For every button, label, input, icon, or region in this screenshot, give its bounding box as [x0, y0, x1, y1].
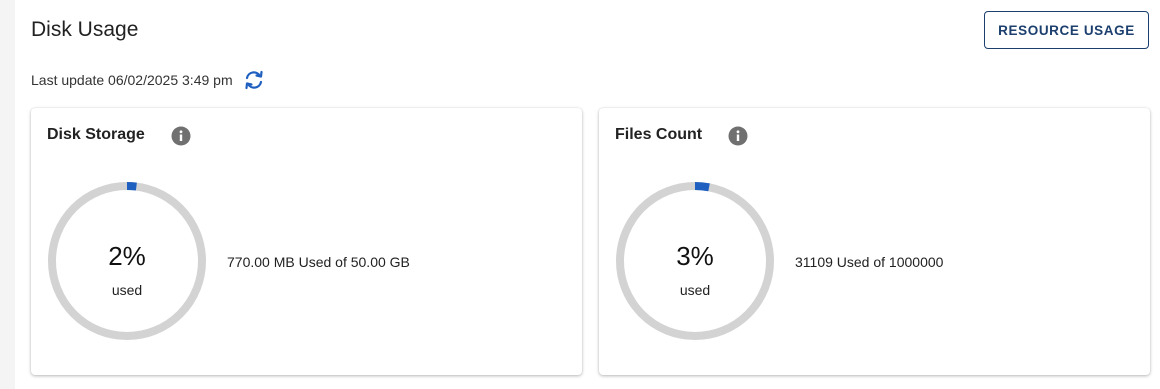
usage-text: 31109 Used of 1000000 — [795, 254, 944, 270]
refresh-icon[interactable] — [243, 70, 265, 90]
gauge-percent: 2% — [108, 241, 146, 271]
gauge-used-label: used — [679, 282, 711, 298]
disk-usage-panel: Disk Usage RESOURCE USAGE Last update 06… — [15, 0, 1160, 389]
page-title: Disk Usage — [31, 18, 139, 41]
info-icon[interactable] — [171, 126, 191, 146]
last-update-text: Last update 06/02/2025 3:49 pm — [31, 72, 233, 88]
gauge-used-label: used — [111, 282, 143, 298]
card-title: Disk Storage — [47, 126, 145, 143]
usage-text: 770.00 MB Used of 50.00 GB — [227, 254, 410, 270]
gauge-percent: 3% — [676, 241, 714, 271]
card-title: Files Count — [615, 126, 703, 143]
files-count-card: Files Count 3% used 31109 Used of 100000… — [599, 108, 1150, 375]
disk-storage-card: Disk Storage 2% used 770.00 MB Used of 5… — [31, 108, 582, 375]
resource-usage-button[interactable]: RESOURCE USAGE — [984, 11, 1149, 49]
info-icon[interactable] — [728, 126, 748, 146]
last-update-row: Last update 06/02/2025 3:49 pm — [31, 70, 265, 90]
